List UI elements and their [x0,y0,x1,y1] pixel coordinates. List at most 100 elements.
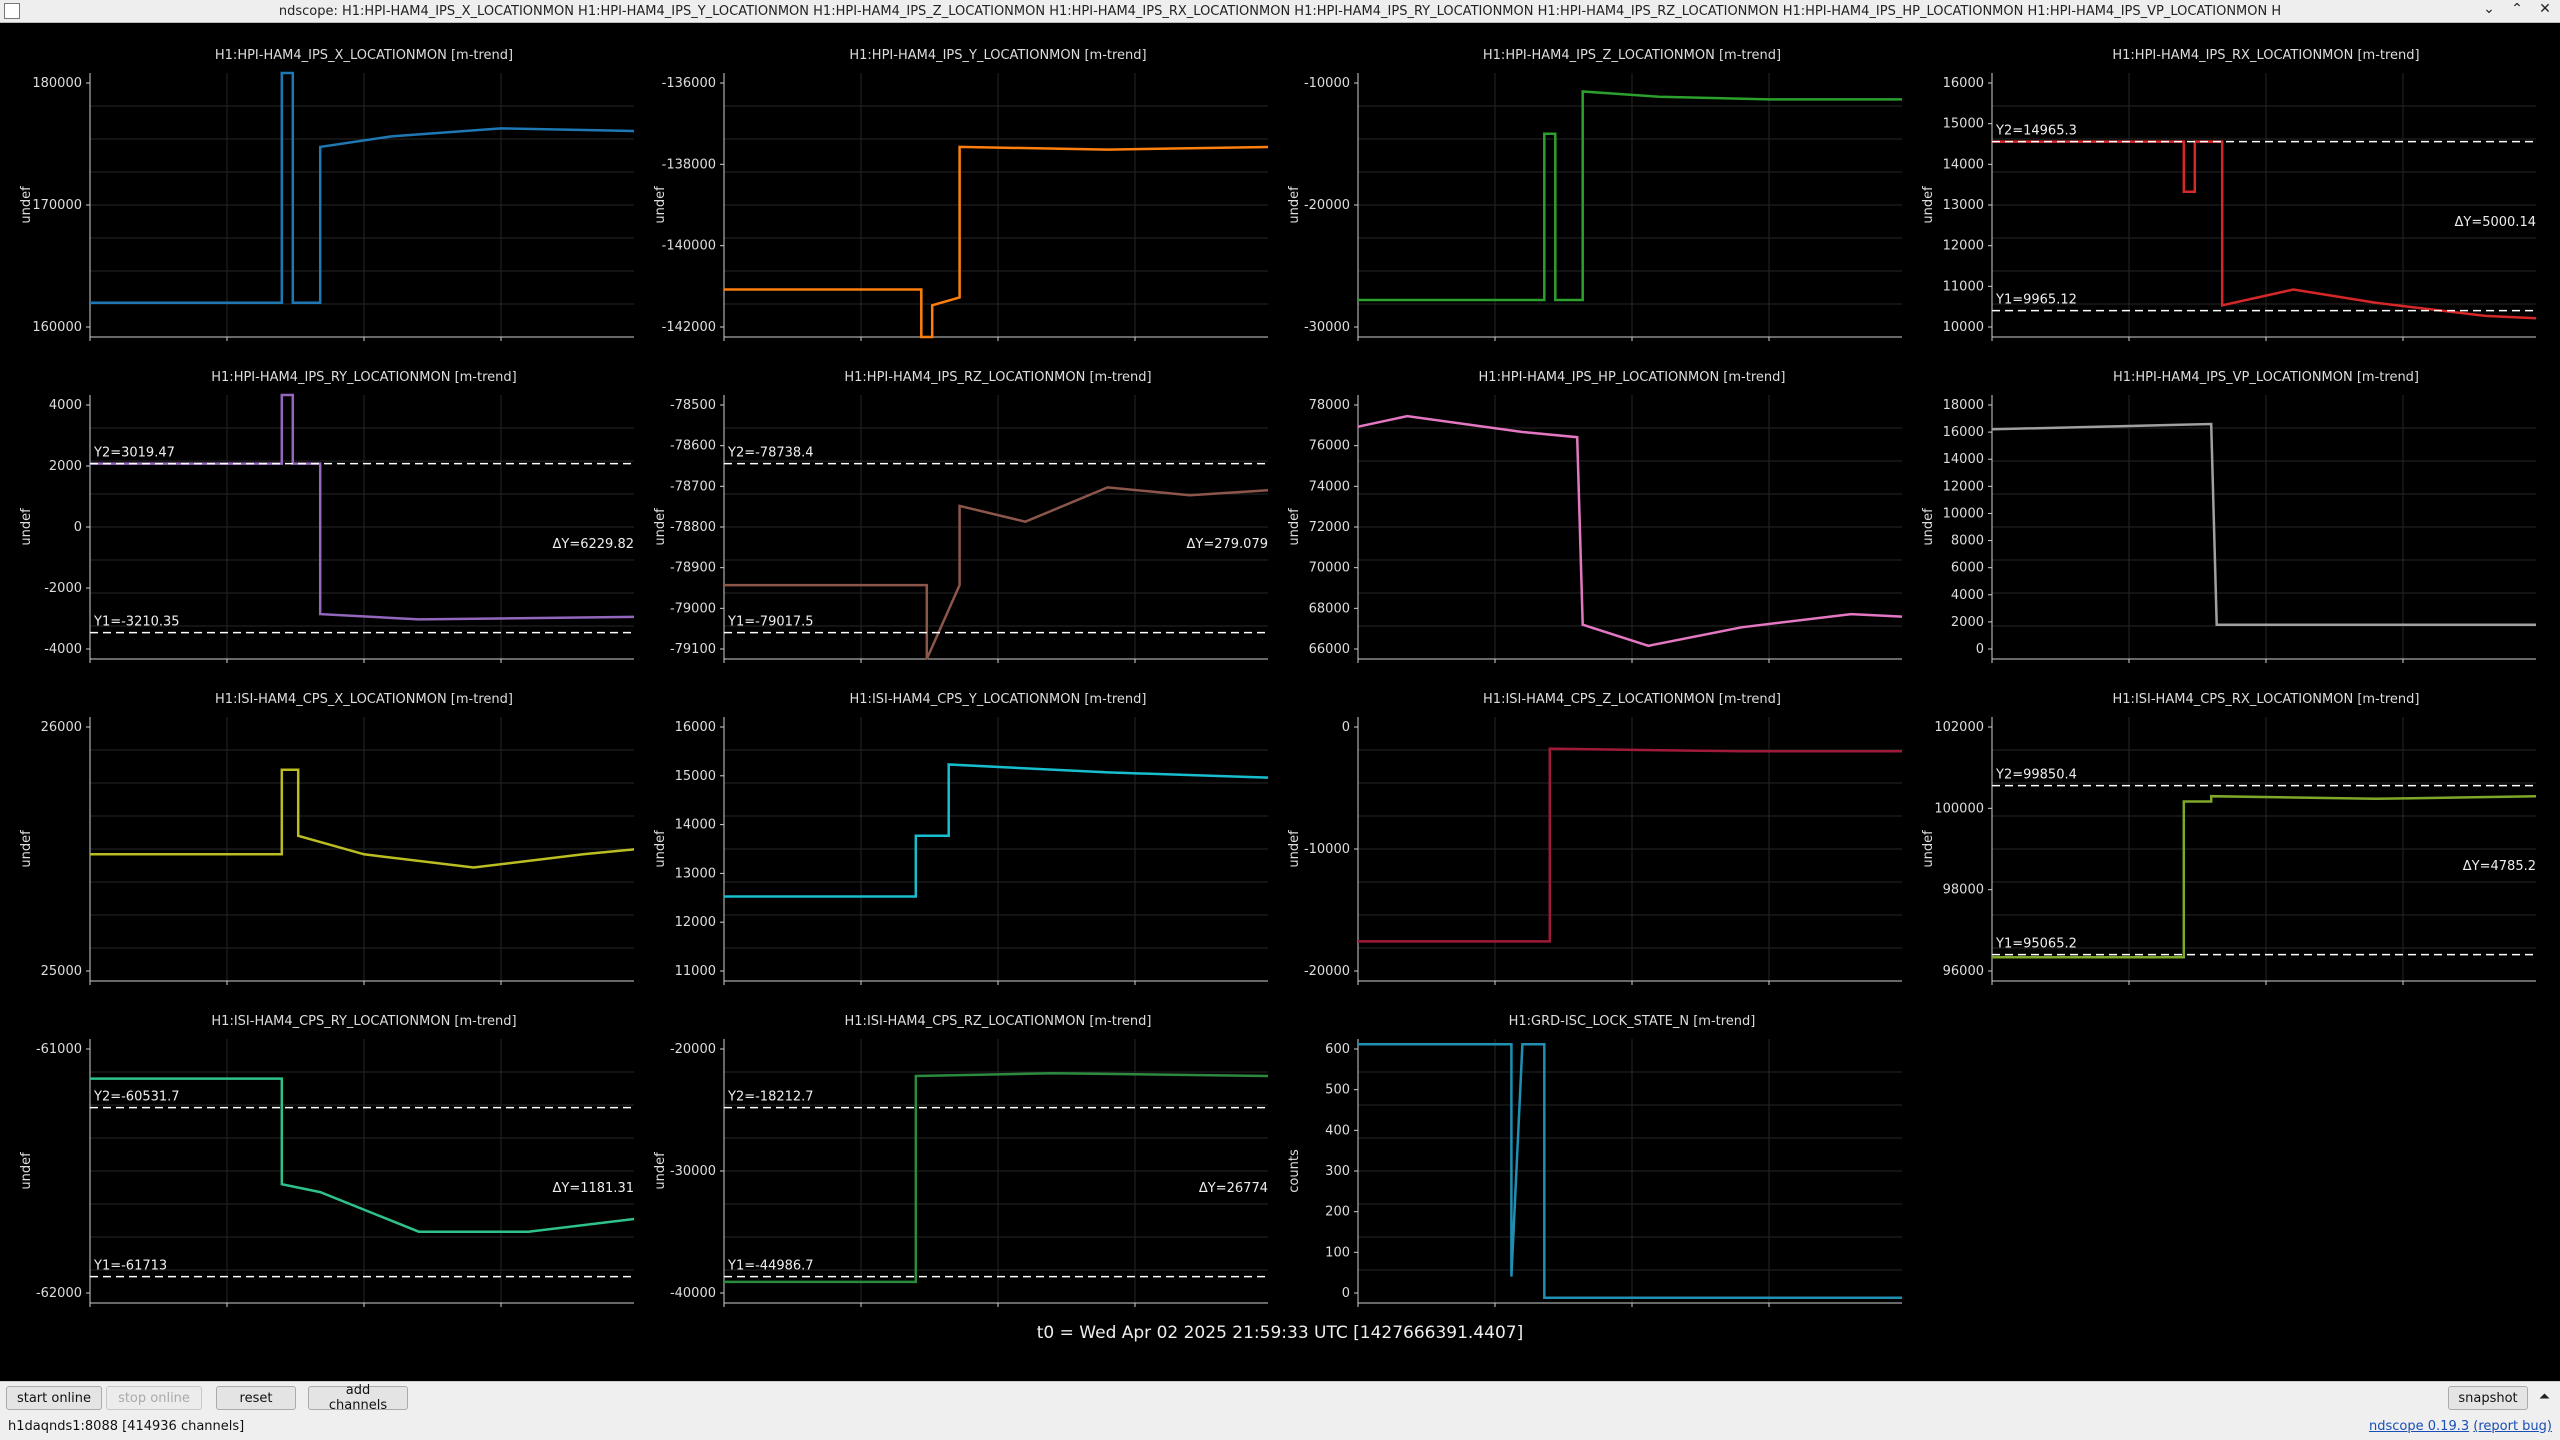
x-tick-label: :d [1358,1310,1371,1311]
x-tick-label: -2d [724,1310,745,1311]
plot-canvas[interactable]: H1:HPI-HAM4_IPS_RY_LOCATIONMON [m-trend]… [0,345,634,667]
toolbar: start online stop online reset add chann… [0,1381,2560,1415]
y-tick-label: 500 [1325,1083,1350,1098]
y-tick-label: 600 [1325,1042,1350,1057]
plot-title: H1:HPI-HAM4_IPS_HP_LOCATIONMON [m-trend] [1479,370,1786,385]
y-tick-label: -140000 [662,239,716,254]
plot-canvas[interactable]: H1:HPI-HAM4_IPS_VP_LOCATIONMON [m-trend]… [1902,345,2536,667]
status-bar: h1daqnds1:8088 [414936 channels] ndscope… [0,1414,2560,1440]
x-tick-label: -2d [1992,988,2013,989]
x-tick-label: -1d [353,1310,374,1311]
maximize-icon[interactable]: ⌃ [2508,1,2526,17]
y-axis-label: undef [19,508,34,546]
y-tick-label: 66000 [1309,642,1350,657]
trace-line [90,393,634,621]
y-tick-label: -78800 [670,520,716,535]
y-tick-label: 100000 [1934,801,1984,816]
plot-canvas[interactable]: H1:ISI-HAM4_CPS_Y_LOCATIONMON [m-trend] u… [634,667,1268,989]
x-tick-label: -12h [2388,988,2417,989]
version-info: ndscope 0.19.3 (report bug) [2369,1419,2552,1434]
minimize-icon[interactable]: ⌄ [2480,1,2498,17]
y-tick-label: -142000 [662,320,716,335]
collapse-arrow-icon[interactable]: ⏶ [2539,1389,2550,1405]
y-tick-label: 4000 [1951,588,1984,603]
plot-canvas[interactable]: H1:HPI-HAM4_IPS_Z_LOCATIONMON [m-trend] u… [1268,23,1902,345]
y-tick-label: 76000 [1309,439,1350,454]
plot-panel[interactable]: H1:ISI-HAM4_CPS_RZ_LOCATIONMON [m-trend]… [634,989,1268,1311]
plot-panel[interactable]: H1:ISI-HAM4_CPS_Y_LOCATIONMON [m-trend] u… [634,667,1268,989]
plot-area: H1:HPI-HAM4_IPS_X_LOCATIONMON [m-trend] u… [0,23,2560,1381]
y-tick-label: 8000 [1951,534,1984,549]
plot-panel[interactable]: H1:HPI-HAM4_IPS_VP_LOCATIONMON [m-trend]… [1902,345,2536,667]
plot-title: H1:ISI-HAM4_CPS_RX_LOCATIONMON [m-trend] [2113,692,2420,707]
plot-canvas[interactable]: H1:ISI-HAM4_CPS_Z_LOCATIONMON [m-trend] u… [1268,667,1902,989]
plot-title: H1:HPI-HAM4_IPS_VP_LOCATIONMON [m-trend] [2113,370,2419,385]
y-tick-label: 400 [1325,1123,1350,1138]
plot-canvas[interactable]: H1:GRD-ISC_LOCK_STATE_N [m-trend] counts 6… [1268,989,1902,1311]
plot-canvas[interactable]: H1:ISI-HAM4_CPS_RZ_LOCATIONMON [m-trend]… [634,989,1268,1311]
y2-cursor-label: Y2=-78738.4 [727,446,814,461]
y-tick-label: 72000 [1309,520,1350,535]
close-icon[interactable]: ✕ [2536,1,2554,17]
plot-panel[interactable]: H1:HPI-HAM4_IPS_X_LOCATIONMON [m-trend] u… [0,23,634,345]
y-tick-label: 100 [1325,1245,1350,1260]
trace-line [1991,422,2536,626]
window-controls: ⌄ ⌃ ✕ [2480,1,2554,17]
plot-panel[interactable]: H1:HPI-HAM4_IPS_RY_LOCATIONMON [m-trend]… [0,345,634,667]
plot-canvas[interactable]: H1:HPI-HAM4_IPS_RX_LOCATIONMON [m-trend]… [1902,23,2536,345]
y-axis-label: undef [19,830,34,868]
y-axis-label: undef [1921,830,1936,868]
y-tick-label: 13000 [1943,198,1984,213]
x-tick-label: -1d,12h [202,1310,252,1311]
plot-panel[interactable]: H1:GRD-ISC_LOCK_STATE_N [m-trend] counts 6… [1268,989,1902,1311]
plot-canvas[interactable]: H1:ISI-HAM4_CPS_X_LOCATIONMON [m-trend] u… [0,667,634,989]
y-tick-label: -40000 [670,1286,716,1301]
x-tick-label: -2d [90,1310,111,1311]
plot-panel[interactable]: H1:ISI-HAM4_CPS_RY_LOCATIONMON [m-trend]… [0,989,634,1311]
y-tick-label: 300 [1325,1164,1350,1179]
plot-panel[interactable]: H1:ISI-HAM4_CPS_RX_LOCATIONMON [m-trend]… [1902,667,2536,989]
stop-online-button[interactable]: stop online [106,1386,202,1410]
y-tick-label: 2000 [49,459,82,474]
x-tick-label: -1d,12h [2104,988,2154,989]
add-channels-button[interactable]: add channels [308,1383,408,1413]
y-tick-label: 15000 [1943,117,1984,132]
y-tick-label: 74000 [1309,479,1350,494]
y-tick-label: 170000 [32,198,82,213]
trace-line [1992,794,2536,959]
plot-canvas[interactable]: H1:HPI-HAM4_IPS_X_LOCATIONMON [m-trend]u… [0,23,634,345]
plot-panel[interactable]: H1:HPI-HAM4_IPS_HP_LOCATIONMON [m-trend]… [1268,345,1902,667]
plot-panel[interactable]: H1:HPI-HAM4_IPS_Y_LOCATIONMON [m-trend] u… [634,23,1268,345]
plot-panel[interactable]: H1:HPI-HAM4_IPS_Z_LOCATIONMON [m-trend] u… [1268,23,1902,345]
plot-canvas[interactable]: H1:HPI-HAM4_IPS_Y_LOCATIONMON [m-trend] u… [634,23,1268,345]
y2-cursor-label: Y2=-60531.7 [93,1090,180,1105]
y-tick-label: -20000 [1304,964,1350,979]
plot-title: H1:ISI-HAM4_CPS_RY_LOCATIONMON [m-trend] [211,1014,516,1029]
y-tick-label: 16000 [1943,76,1984,91]
snapshot-button[interactable]: snapshot [2448,1386,2528,1410]
version-link[interactable]: ndscope 0.19.3 [2369,1419,2469,1434]
report-bug-link[interactable]: (report bug) [2473,1419,2552,1434]
y-tick-label: 12000 [1943,479,1984,494]
plot-canvas[interactable]: H1:ISI-HAM4_CPS_RX_LOCATIONMON [m-trend]… [1902,667,2536,989]
y-tick-label: 13000 [675,866,716,881]
y1-cursor-label: Y1=95065.2 [1995,937,2077,952]
start-online-button[interactable]: start online [6,1386,102,1410]
plot-canvas[interactable]: H1:HPI-HAM4_IPS_RZ_LOCATIONMON [m-trend]… [634,345,1268,667]
x-tick-label: -12h [486,1310,515,1311]
trace-line [1357,414,1902,648]
y-tick-label: 10000 [1943,320,1984,335]
plot-canvas[interactable]: H1:ISI-HAM4_CPS_RY_LOCATIONMON [m-trend]… [0,989,634,1311]
plot-panel[interactable]: H1:HPI-HAM4_IPS_RX_LOCATIONMON [m-trend]… [1902,23,2536,345]
y-axis-label: undef [653,1152,668,1190]
plot-title: H1:ISI-HAM4_CPS_X_LOCATIONMON [m-trend] [215,692,513,707]
plot-panel[interactable]: H1:ISI-HAM4_CPS_Z_LOCATIONMON [m-trend] u… [1268,667,1902,989]
plot-panel[interactable]: H1:HPI-HAM4_IPS_RZ_LOCATIONMON [m-trend]… [634,345,1268,667]
plot-canvas[interactable]: H1:HPI-HAM4_IPS_HP_LOCATIONMON [m-trend]… [1268,345,1902,667]
plot-panel[interactable]: H1:ISI-HAM4_CPS_X_LOCATIONMON [m-trend] u… [0,667,634,989]
server-status: h1daqnds1:8088 [414936 channels] [8,1419,245,1434]
y-axis-label: undef [653,830,668,868]
y-tick-label: 12000 [675,915,716,930]
reset-button[interactable]: reset [216,1386,296,1410]
y-tick-label: 16000 [675,720,716,735]
